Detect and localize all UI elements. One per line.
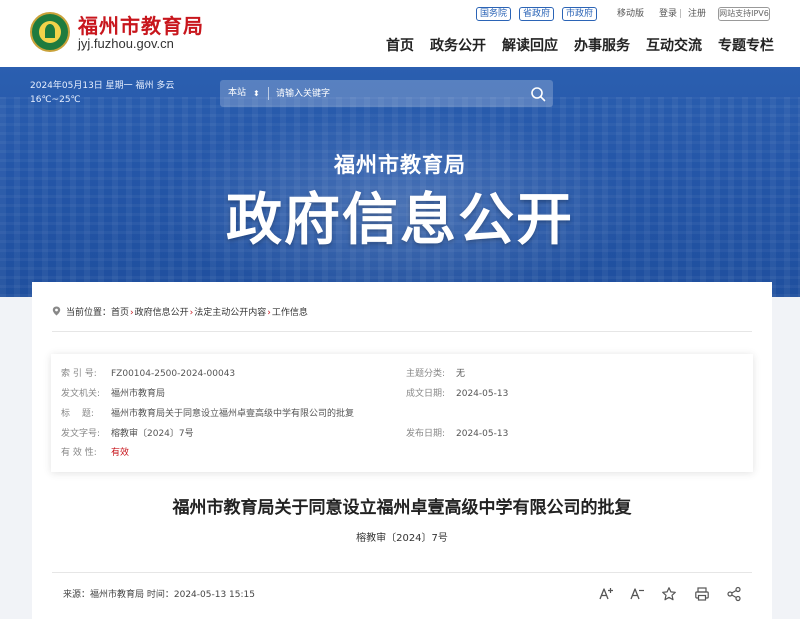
- search-input[interactable]: [276, 84, 516, 103]
- meta-issuer-label: 发文机关:: [61, 389, 101, 399]
- nav-home[interactable]: 首页: [386, 36, 414, 56]
- meta-created-value: 2024-05-13: [456, 389, 509, 399]
- search-bar: 本站 ⬍: [220, 80, 553, 107]
- meta-title-label: 标 题:: [61, 409, 94, 419]
- mobile-version-link[interactable]: 移动版: [617, 7, 644, 21]
- site-name[interactable]: 福州市教育局: [78, 10, 204, 39]
- hero-banner: 2024年05月13日 星期一 福州 多云 16℃~25℃ 本站 ⬍ 福州市教育…: [0, 67, 800, 297]
- font-decrease-icon[interactable]: [629, 586, 645, 602]
- site-domain: jyj.fuzhou.gov.cn: [78, 36, 174, 51]
- nav-special-topics[interactable]: 专题专栏: [718, 36, 774, 56]
- article-doc-number: 榕教审〔2024〕7号: [356, 533, 448, 544]
- breadcrumb-home[interactable]: 首页: [111, 308, 129, 318]
- hero-subtitle: 福州市教育局: [334, 153, 466, 177]
- login-divider: |: [679, 9, 683, 19]
- article-source-time: 来源：福州市教育局 时间：2024-05-13 15:15: [63, 590, 255, 600]
- search-divider: [268, 87, 269, 100]
- meta-docno-label: 发文字号:: [61, 429, 101, 439]
- breadcrumb: 当前位置：首页›政府信息公开›法定主动公开内容›工作信息: [52, 306, 308, 320]
- font-increase-icon[interactable]: [598, 586, 614, 602]
- meta-validity-value: 有效: [111, 448, 130, 458]
- print-icon[interactable]: [694, 586, 710, 602]
- breadcrumb-gov-info[interactable]: 政府信息公开: [135, 308, 189, 318]
- article-divider: [52, 572, 752, 573]
- breadcrumb-separator: ›: [189, 308, 194, 318]
- scope-caret-icon[interactable]: ⬍: [253, 80, 260, 107]
- breadcrumb-separator: ›: [267, 308, 271, 318]
- favorite-star-icon[interactable]: [661, 586, 677, 602]
- breadcrumb-statutory[interactable]: 法定主动公开内容: [194, 308, 266, 318]
- meta-topic-value: 无: [456, 369, 466, 379]
- meta-topic-label: 主题分类:: [406, 369, 446, 379]
- meta-validity-label: 有 效 性:: [61, 448, 97, 458]
- meta-index-label: 索 引 号:: [61, 369, 97, 379]
- meta-index-value: FZ00104-2500-2024-00043: [111, 369, 236, 379]
- hero-title: 政府信息公开: [226, 188, 574, 253]
- location-pin-icon: [52, 306, 61, 316]
- link-city-gov[interactable]: 市政府: [562, 7, 597, 21]
- meta-title-value: 福州市教育局关于同意设立福州卓壹高级中学有限公司的批复: [111, 409, 355, 419]
- content-card: 当前位置：首页›政府信息公开›法定主动公开内容›工作信息 索 引 号: FZ00…: [32, 282, 772, 619]
- nav-gov-affairs[interactable]: 政务公开: [430, 36, 486, 56]
- meta-issuer-value: 福州市教育局: [111, 389, 166, 399]
- nav-interpretation[interactable]: 解读回应: [502, 36, 558, 56]
- breadcrumb-work-info[interactable]: 工作信息: [272, 308, 308, 318]
- meta-published-value: 2024-05-13: [456, 429, 509, 439]
- meta-docno-value: 榕教审〔2024〕7号: [111, 429, 194, 439]
- ipv6-badge: 网站支持IPV6: [718, 7, 770, 21]
- register-link[interactable]: 注册: [688, 7, 706, 21]
- site-logo-icon[interactable]: [30, 12, 70, 52]
- login-link[interactable]: 登录: [659, 7, 677, 21]
- breadcrumb-separator: ›: [130, 308, 134, 318]
- document-metadata: 索 引 号: FZ00104-2500-2024-00043 主题分类: 无 发…: [51, 354, 753, 472]
- link-province-gov[interactable]: 省政府: [519, 7, 554, 21]
- search-scope-select[interactable]: 本站: [228, 80, 246, 107]
- meta-created-label: 成文日期:: [406, 389, 446, 399]
- site-header: 福州市教育局 jyj.fuzhou.gov.cn 国务院 省政府 市政府 移动版…: [0, 0, 800, 67]
- date-weather: 2024年05月13日 星期一 福州 多云 16℃~25℃: [30, 81, 175, 105]
- meta-published-label: 发布日期:: [406, 429, 446, 439]
- share-icon[interactable]: [726, 586, 742, 602]
- search-icon[interactable]: [529, 85, 547, 103]
- link-state-council[interactable]: 国务院: [476, 7, 511, 21]
- nav-interaction[interactable]: 互动交流: [646, 36, 702, 56]
- breadcrumb-divider: [52, 331, 752, 332]
- nav-services[interactable]: 办事服务: [574, 36, 630, 56]
- article-title: 福州市教育局关于同意设立福州卓壹高级中学有限公司的批复: [172, 498, 632, 518]
- breadcrumb-prefix: 当前位置：: [66, 308, 112, 318]
